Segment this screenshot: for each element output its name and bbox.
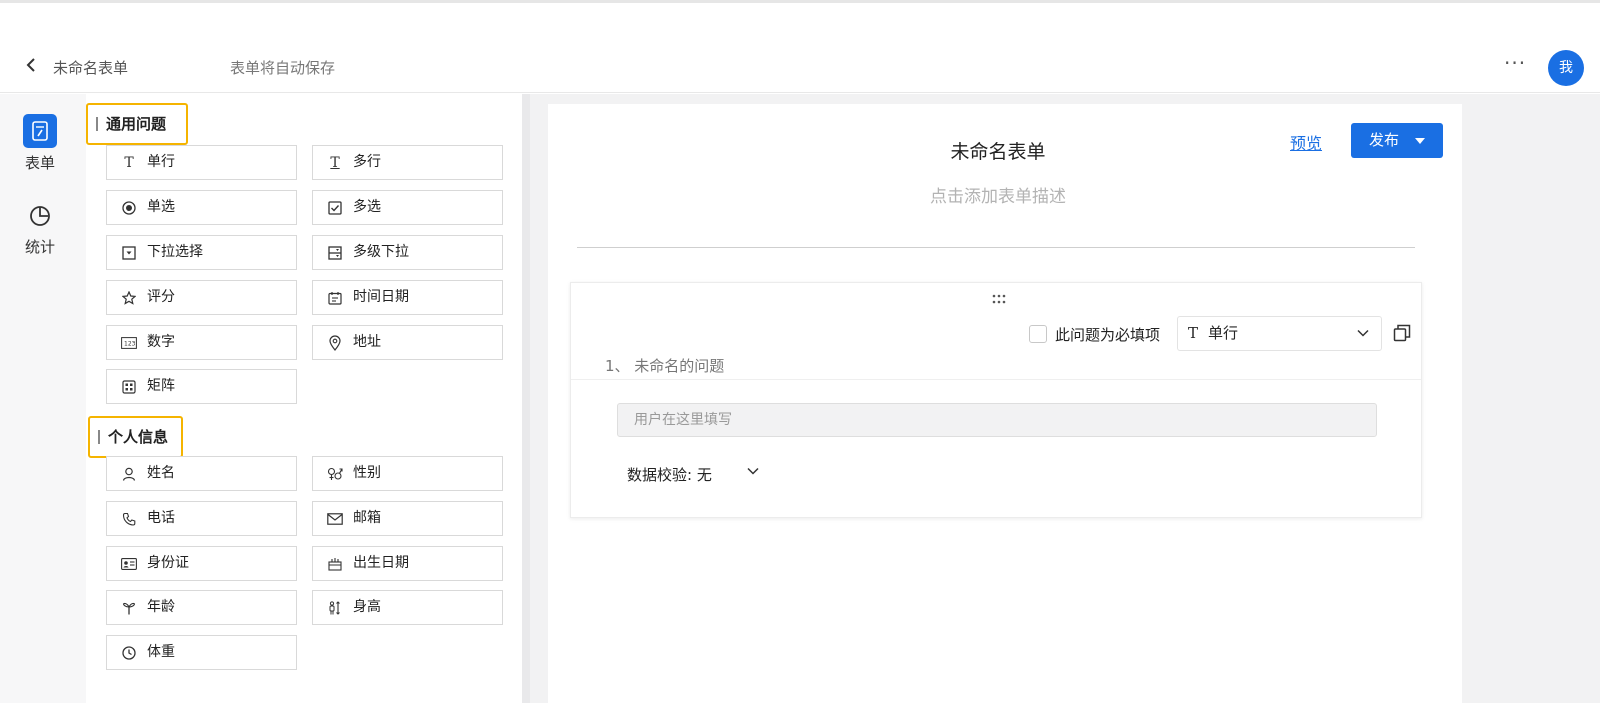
validation-select[interactable]: 数据校验: 无: [627, 464, 712, 485]
avatar[interactable]: 我: [1548, 50, 1584, 86]
palette-item-gender[interactable]: 性别: [312, 456, 503, 491]
rail-item-label: 统计: [24, 238, 55, 256]
palette-item-number[interactable]: 123 数字: [106, 325, 297, 360]
sprout-icon: [121, 600, 137, 616]
single-line-icon: T: [124, 154, 134, 171]
palette-item-rating[interactable]: 评分: [106, 280, 297, 315]
palette-item-matrix[interactable]: 矩阵: [106, 369, 297, 404]
dropdown-icon: [121, 245, 137, 261]
rail-item-stats[interactable]: 统计: [20, 198, 60, 257]
mail-icon: [327, 511, 343, 527]
rail-item-form[interactable]: 表单: [20, 114, 60, 173]
calendar-icon: [327, 290, 343, 306]
palette-item-address[interactable]: 地址: [312, 325, 503, 360]
phone-icon: [121, 511, 137, 527]
component-palette: 通用问题 T 单行 T 多行 单选 多选 下拉选择 多级下拉 评分 时间日期 1…: [86, 94, 522, 703]
question-card[interactable]: 此问题为必填项 T 单行 1、 未命名的问题 用户在这里填写 数据校验: 无: [570, 282, 1422, 518]
header: 未命名表单 表单将自动保存 ··· 我: [0, 3, 1600, 93]
answer-input[interactable]: 用户在这里填写: [617, 403, 1377, 437]
palette-item-datetime[interactable]: 时间日期: [312, 280, 503, 315]
checkbox-icon: [327, 200, 343, 216]
palette-item-id-card[interactable]: 身份证: [106, 546, 297, 581]
rail-item-label: 表单: [24, 154, 55, 172]
chevron-left-icon: [26, 58, 35, 72]
palette-item-age[interactable]: 年龄: [106, 590, 297, 625]
palette-item-checkbox[interactable]: 多选: [312, 190, 503, 225]
palette-item-weight[interactable]: 体重: [106, 635, 297, 670]
radio-icon: [121, 200, 137, 216]
form-description[interactable]: 点击添加表单描述: [548, 182, 1448, 207]
chevron-down-icon[interactable]: [747, 465, 759, 477]
svg-text:123: 123: [124, 341, 136, 348]
form-name[interactable]: 未命名表单: [53, 57, 128, 78]
palette-item-cascade-dropdown[interactable]: 多级下拉: [312, 235, 503, 270]
location-icon: [327, 335, 343, 351]
palette-item-height[interactable]: 身高: [312, 590, 503, 625]
chevron-down-icon: [1357, 329, 1369, 337]
matrix-icon: [121, 379, 137, 395]
section-personal: 个人信息: [88, 416, 183, 458]
section-title: 通用问题: [106, 115, 167, 133]
preview-link[interactable]: 预览: [1290, 130, 1322, 154]
title-divider: [577, 247, 1415, 248]
publish-label: 发布: [1369, 131, 1400, 149]
star-icon: [121, 290, 137, 306]
form-card: 未命名表单 点击添加表单描述 预览 发布 此问题为必填项 T 单行 1、 未命名…: [548, 104, 1462, 703]
multi-line-icon: T: [330, 154, 340, 171]
required-checkbox[interactable]: [1029, 325, 1047, 343]
question-separator: [571, 379, 1421, 380]
section-general: 通用问题: [86, 103, 188, 145]
palette-item-phone[interactable]: 电话: [106, 501, 297, 536]
palette-item-name[interactable]: 姓名: [106, 456, 297, 491]
form-icon: [23, 114, 57, 148]
question-type-select[interactable]: T 单行: [1177, 316, 1382, 351]
required-label: 此问题为必填项: [1055, 326, 1161, 344]
drag-handle-icon[interactable]: [991, 293, 1007, 309]
palette-item-multi-line[interactable]: T 多行: [312, 145, 503, 180]
question-title[interactable]: 1、 未命名的问题: [605, 355, 724, 376]
single-line-icon: T: [1188, 324, 1199, 342]
question-type-label: 单行: [1208, 324, 1239, 342]
pie-chart-icon: [23, 198, 57, 232]
back-button[interactable]: [26, 57, 36, 76]
palette-item-dropdown[interactable]: 下拉选择: [106, 235, 297, 270]
caret-down-icon: [1415, 138, 1425, 144]
birthday-icon: [327, 556, 343, 572]
palette-item-single-line[interactable]: T 单行: [106, 145, 297, 180]
copy-icon[interactable]: [1393, 324, 1411, 342]
id-card-icon: [121, 556, 137, 572]
panel-divider[interactable]: [522, 94, 530, 703]
clock-icon: [121, 645, 137, 661]
publish-button[interactable]: 发布: [1351, 123, 1443, 158]
gender-icon: [327, 466, 343, 482]
height-icon: [327, 600, 343, 616]
palette-item-birthday[interactable]: 出生日期: [312, 546, 503, 581]
left-rail: 表单 统计: [0, 94, 86, 703]
autosave-status: 表单将自动保存: [230, 59, 336, 77]
section-title: 个人信息: [108, 428, 169, 446]
number-icon: 123: [121, 335, 137, 351]
more-menu-button[interactable]: ···: [1504, 51, 1526, 75]
palette-item-email[interactable]: 邮箱: [312, 501, 503, 536]
palette-item-radio[interactable]: 单选: [106, 190, 297, 225]
person-icon: [121, 466, 137, 482]
cascade-dropdown-icon: [327, 245, 343, 261]
